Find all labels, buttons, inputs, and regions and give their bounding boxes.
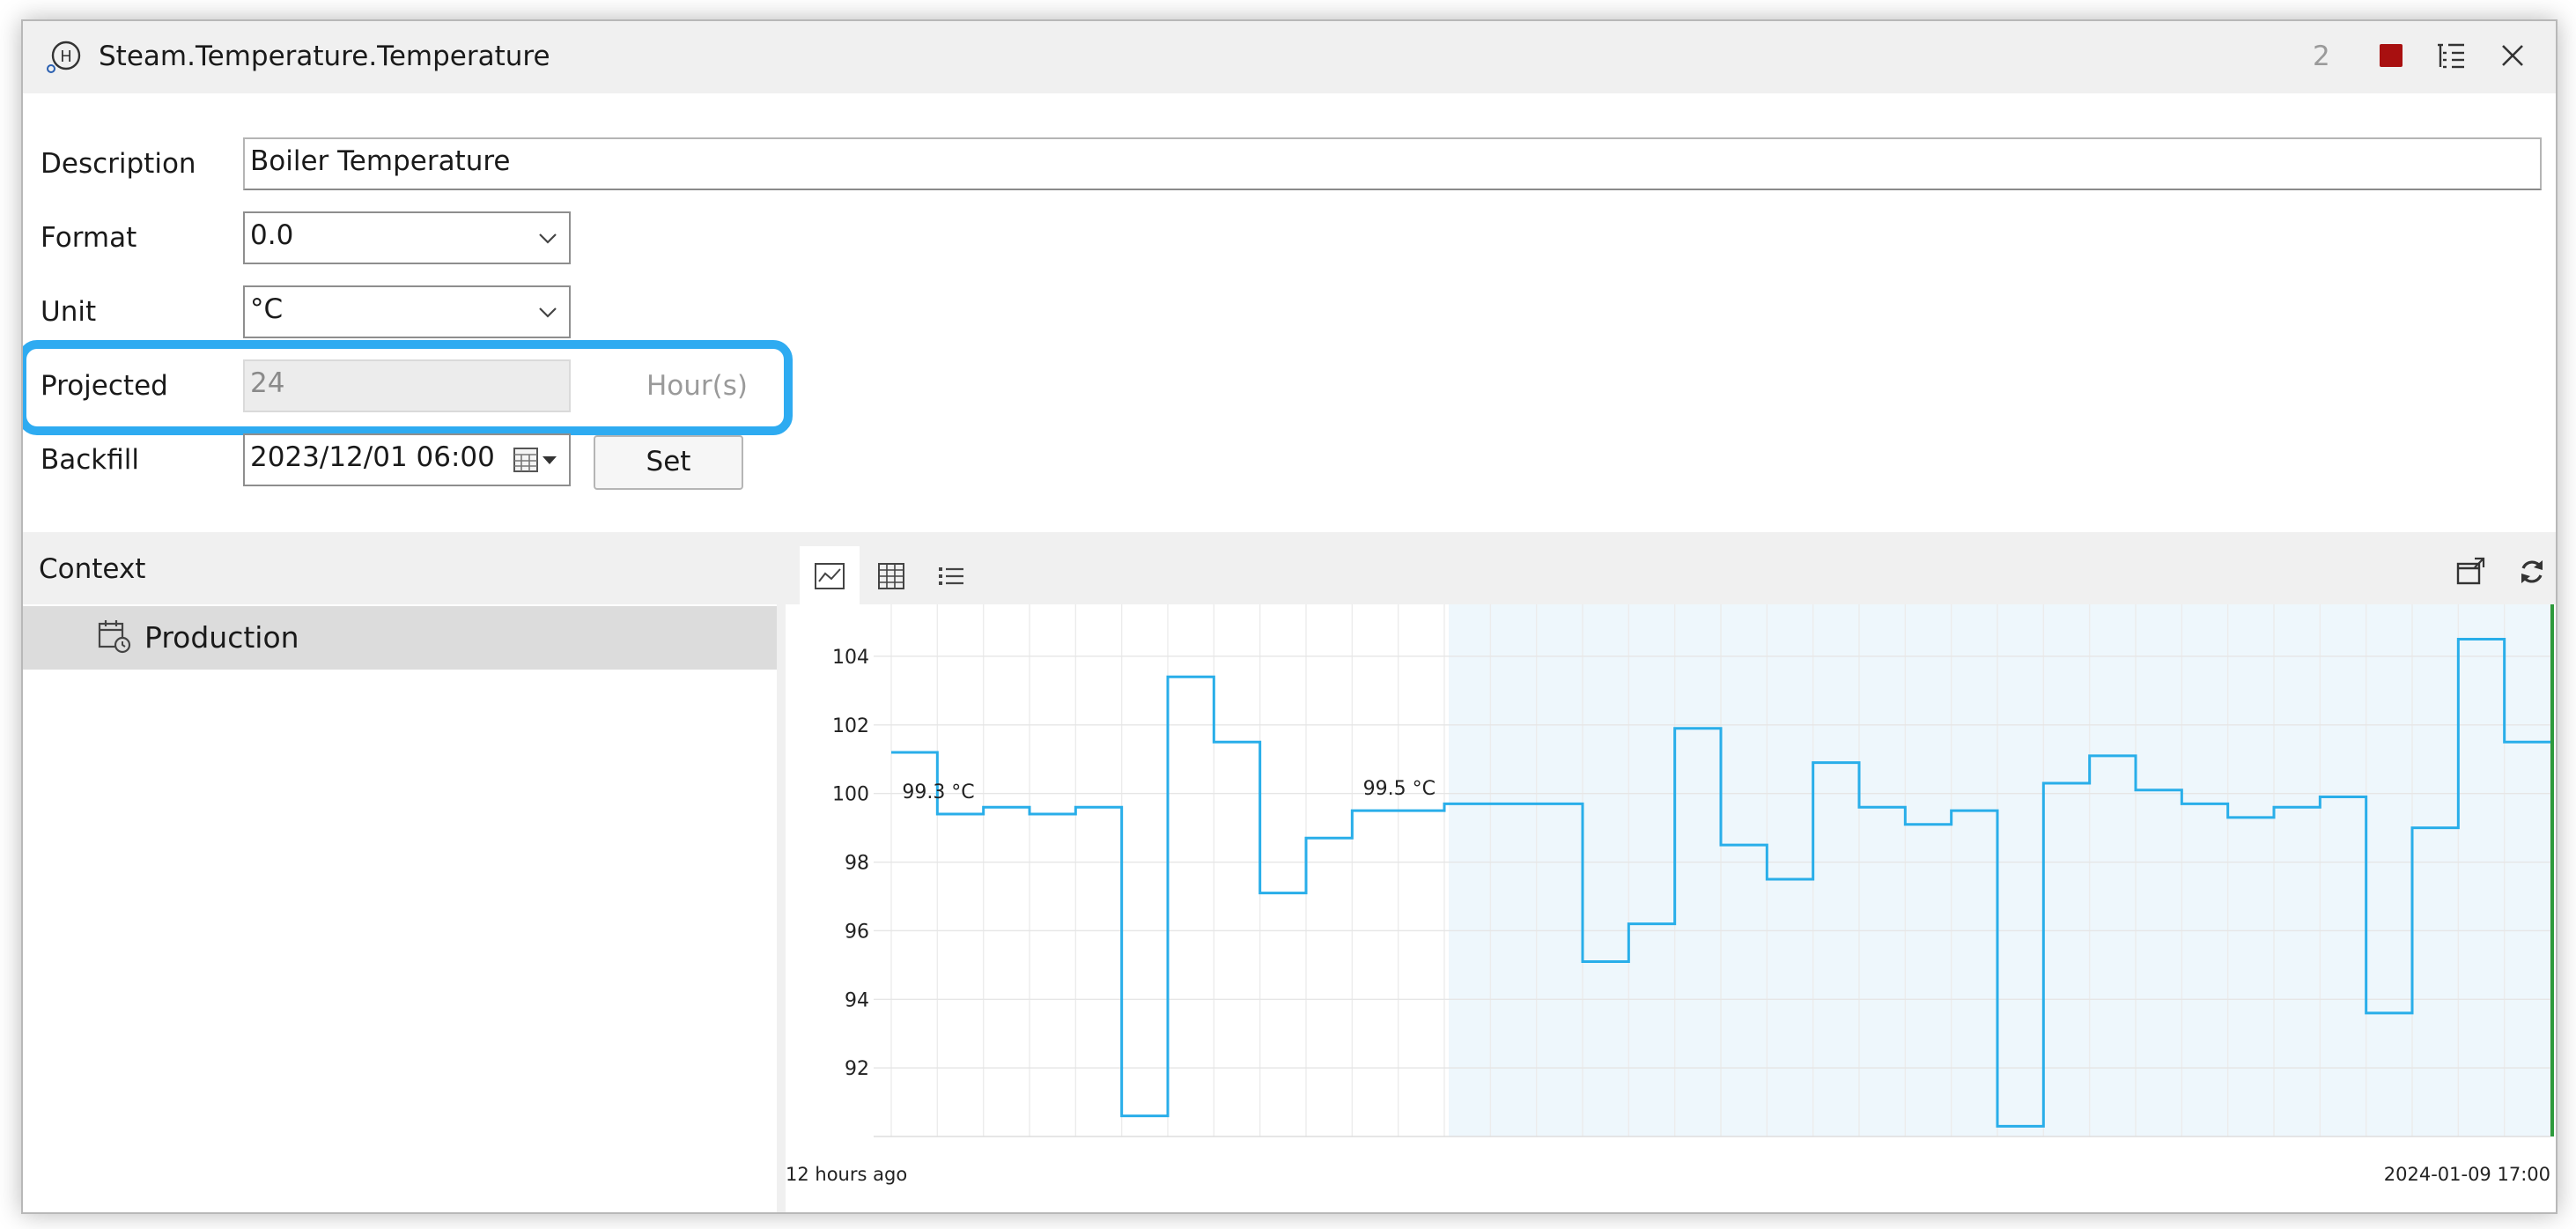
description-label: Description bbox=[41, 148, 196, 180]
context-header: Context bbox=[23, 532, 777, 604]
list-view-icon bbox=[939, 567, 963, 585]
projected-region bbox=[1449, 604, 2550, 1136]
svg-text:H: H bbox=[60, 48, 72, 66]
format-select[interactable]: 0.0 bbox=[243, 211, 571, 264]
projected-label: Projected bbox=[41, 370, 168, 402]
format-label: Format bbox=[41, 222, 137, 254]
x-start-label: 12 hours ago bbox=[786, 1164, 907, 1185]
calendar-clock-icon bbox=[98, 620, 131, 654]
chevron-down-icon bbox=[539, 307, 557, 318]
backfill-datetime-input[interactable]: 2023/12/01 06:00 bbox=[243, 433, 571, 486]
set-button[interactable]: Set bbox=[594, 435, 743, 490]
y-tick-label: 102 bbox=[832, 715, 869, 737]
trend-view-icon bbox=[815, 563, 845, 589]
tree-list-icon[interactable] bbox=[2436, 41, 2466, 70]
window-count: 2 bbox=[2313, 41, 2330, 72]
y-tick-label: 96 bbox=[845, 921, 869, 943]
y-tick-label: 92 bbox=[845, 1058, 869, 1080]
trend-chart[interactable]: 92 94 96 98 100 102 104 99.3 °C 99.5 °C 12 hours … bbox=[786, 604, 2556, 1212]
value-annotation: 99.3 °C bbox=[902, 781, 974, 803]
context-item-label: Production bbox=[144, 620, 299, 655]
popout-icon[interactable] bbox=[2455, 557, 2485, 587]
unit-value: °C bbox=[250, 293, 284, 325]
close-icon[interactable] bbox=[2498, 41, 2528, 70]
backfill-value: 2023/12/01 06:00 bbox=[250, 441, 495, 473]
window-title: Steam.Temperature.Temperature bbox=[99, 41, 550, 72]
calendar-dropdown-icon[interactable] bbox=[513, 446, 562, 474]
y-tick-label: 94 bbox=[845, 989, 869, 1011]
y-tick-label: 98 bbox=[845, 853, 869, 875]
tag-detail-window: H Steam.Temperature.Temperature 2 Descri… bbox=[21, 19, 2558, 1214]
description-input[interactable]: Boiler Temperature bbox=[243, 137, 2542, 190]
x-end-label: 2024-01-09 17:00 bbox=[2384, 1164, 2550, 1185]
stop-icon[interactable] bbox=[2380, 44, 2403, 67]
projected-unit: Hour(s) bbox=[646, 370, 749, 402]
chart-toolbar bbox=[786, 532, 2556, 604]
refresh-icon[interactable] bbox=[2517, 557, 2547, 587]
table-view-icon bbox=[878, 563, 904, 589]
format-value: 0.0 bbox=[250, 219, 294, 251]
chevron-down-icon bbox=[539, 233, 557, 244]
unit-label: Unit bbox=[41, 296, 97, 328]
context-item-production[interactable]: Production bbox=[23, 606, 777, 670]
context-title: Context bbox=[39, 553, 146, 585]
y-tick-label: 104 bbox=[832, 647, 869, 669]
h-circle-icon: H bbox=[47, 41, 81, 73]
value-annotation: 99.5 °C bbox=[1363, 778, 1436, 800]
unit-select[interactable]: °C bbox=[243, 285, 571, 338]
list-view-button[interactable] bbox=[921, 546, 981, 604]
trend-view-button[interactable] bbox=[800, 546, 860, 604]
projected-input[interactable]: 24 bbox=[243, 359, 571, 412]
title-bar: H Steam.Temperature.Temperature 2 bbox=[23, 21, 2556, 93]
backfill-label: Backfill bbox=[41, 444, 140, 476]
table-view-button[interactable] bbox=[861, 546, 921, 604]
trend-chart-svg: 92 94 96 98 100 102 104 99.3 °C 99.5 °C 12 hours … bbox=[786, 604, 2554, 1185]
y-tick-label: 100 bbox=[832, 784, 869, 806]
panel-splitter[interactable] bbox=[777, 532, 786, 1212]
